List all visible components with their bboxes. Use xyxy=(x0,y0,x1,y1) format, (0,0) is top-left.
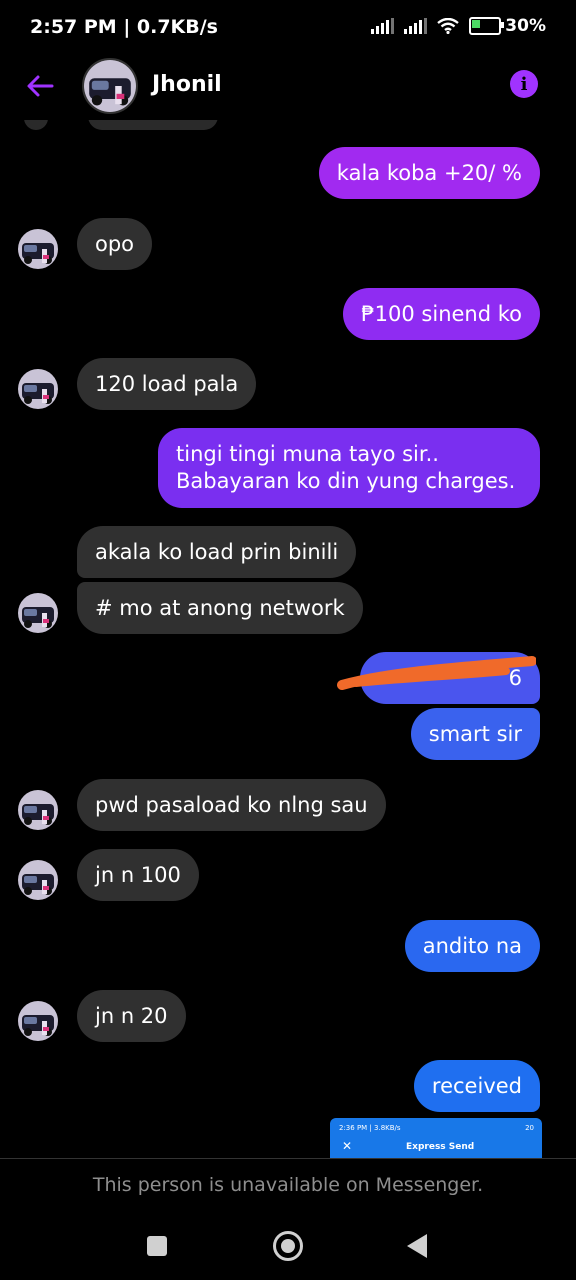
signal-icon xyxy=(371,18,395,34)
message-bubble-outgoing[interactable]: received xyxy=(413,1060,540,1112)
recent-apps-icon[interactable] xyxy=(147,1236,167,1256)
scrolled-avatar-edge xyxy=(24,120,48,130)
battery-icon xyxy=(469,17,505,35)
thumbnail-title: Express Send xyxy=(406,1142,475,1152)
redaction-scribble xyxy=(337,656,536,690)
info-icon[interactable]: i xyxy=(510,70,538,98)
message-bubble-incoming[interactable]: jn n 20 xyxy=(77,990,186,1042)
sender-avatar[interactable] xyxy=(18,1001,58,1041)
conversation-header: Jhonil i xyxy=(0,56,576,120)
sender-avatar[interactable] xyxy=(18,593,58,633)
status-bar: 2:57 PM | 0.7KB/s 30% xyxy=(0,0,576,56)
battery-indicator: 30% xyxy=(469,16,546,36)
message-bubble-incoming[interactable]: akala ko load prin binili xyxy=(77,526,357,578)
message-bubble-incoming[interactable]: opo xyxy=(77,218,153,270)
sender-avatar[interactable] xyxy=(18,229,58,269)
sender-avatar[interactable] xyxy=(18,790,58,830)
message-list[interactable]: kala koba +20/ % opo ₱100 sinend ko 120 … xyxy=(0,120,576,1158)
message-bubble-outgoing[interactable]: kala koba +20/ % xyxy=(318,147,540,199)
message-bubble-outgoing[interactable]: tingi tingi muna tayo sir.. Babayaran ko… xyxy=(158,428,540,508)
close-icon: ✕ xyxy=(342,1139,353,1153)
back-arrow-icon[interactable] xyxy=(24,70,56,102)
thumbnail-status-battery: 20 xyxy=(525,1124,534,1132)
status-time: 2:57 PM | 0.7KB/s xyxy=(30,16,218,38)
message-bubble-outgoing[interactable]: andito na xyxy=(404,920,540,972)
home-icon[interactable] xyxy=(273,1231,303,1261)
message-bubble-incoming[interactable]: # mo at anong network xyxy=(77,582,363,634)
contact-name[interactable]: Jhonil xyxy=(152,72,222,97)
signal-icon-2 xyxy=(404,18,428,34)
nav-back-icon[interactable] xyxy=(407,1234,427,1258)
message-bubble-incoming[interactable]: jn n 100 xyxy=(77,849,199,901)
composer-divider xyxy=(0,1158,576,1159)
unavailable-notice: This person is unavailable on Messenger. xyxy=(92,1174,484,1196)
navigation-bar xyxy=(0,1212,576,1280)
status-icons: 30% xyxy=(371,16,546,36)
sender-avatar[interactable] xyxy=(18,369,58,409)
contact-avatar[interactable] xyxy=(82,58,138,114)
message-bubble-incoming[interactable]: 120 load pala xyxy=(77,358,257,410)
shared-screenshot-image[interactable]: 2:36 PM | 3.8KB/s 20 ✕ Express Send xyxy=(330,1118,542,1158)
wifi-icon xyxy=(437,18,460,34)
thumbnail-status-time: 2:36 PM | 3.8KB/s xyxy=(339,1124,401,1132)
scrolled-bubble-edge xyxy=(88,120,218,130)
sender-avatar[interactable] xyxy=(18,860,58,900)
battery-percent: 30% xyxy=(505,16,546,36)
message-bubble-incoming[interactable]: pwd pasaload ko nlng sau xyxy=(77,779,386,831)
message-bubble-outgoing[interactable]: smart sir xyxy=(410,708,540,760)
message-bubble-outgoing[interactable]: ₱100 sinend ko xyxy=(343,288,540,340)
